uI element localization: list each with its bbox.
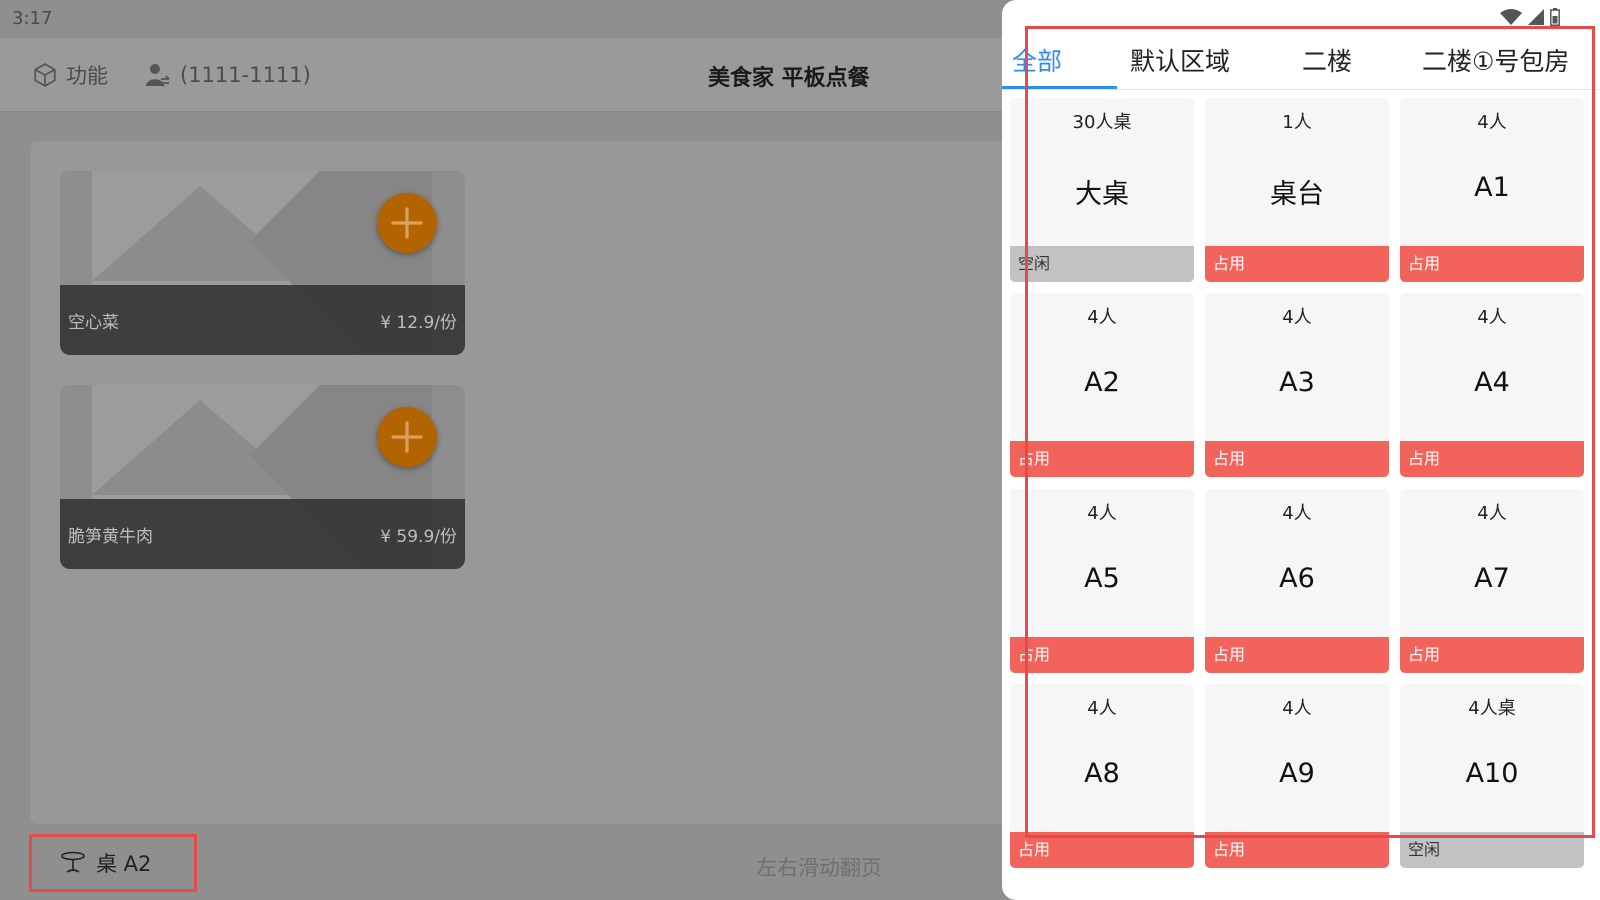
table-name: A1 [1474,172,1510,203]
plus-icon [391,421,423,453]
table-grid: 30人桌 大桌 空闲 1人 桌台 占用 4人 A1 占用 4人 A2 占用 4人 A3 占用 4人 A4 占用 4人… [1010,98,1600,900]
function-label: 功能 [66,64,108,88]
table-name: A2 [1084,367,1120,398]
table-name: A4 [1474,367,1510,398]
table-seats: 4人 [1087,307,1117,328]
table-name: A9 [1279,758,1315,789]
tab-second-floor-room-1[interactable]: 二楼①号包房 [1422,30,1569,90]
dish-price: ¥ 59.9/份 [380,526,457,547]
tab-second-floor[interactable]: 二楼 [1302,30,1352,90]
dish-card[interactable]: 脆笋黄牛肉 ¥ 59.9/份 [60,385,465,569]
table-card-a2[interactable]: 4人 A2 占用 [1010,293,1194,477]
table-card-桌台[interactable]: 1人桌台占用 [1205,98,1389,282]
status-time: 3:17 [12,8,53,29]
table-card-a6[interactable]: 4人 A6 占用 [1205,489,1389,673]
table-status-badge: 占用 [1010,832,1194,868]
user-label: (1111-1111) [180,63,311,87]
dish-name: 脆笋黄牛肉 [68,526,153,547]
table-card-a9[interactable]: 4人 A9 占用 [1205,684,1389,868]
add-dish-button[interactable] [377,407,437,467]
current-table-button[interactable]: 桌 A2 [29,834,197,892]
user-switch-icon [146,64,170,87]
table-status-badge: 空闲 [1010,246,1194,282]
table-seats: 4人 [1087,503,1117,524]
table-card-a8[interactable]: 4人 A8 占用 [1010,684,1194,868]
table-card-大桌[interactable]: 30人桌大桌空闲 [1010,98,1194,282]
table-icon [61,851,85,873]
table-card-a5[interactable]: 4人 A5 占用 [1010,489,1194,673]
table-seats: 4人 [1282,307,1312,328]
table-drawer: 全部 默认区域 二楼 二楼①号包房 30人桌 大桌 空闲 1人 桌台 占用 4人 A1 占用 4人… [1002,0,1600,900]
table-status-badge: 占用 [1205,637,1389,673]
table-seats: 30人桌 [1072,112,1132,133]
table-status-badge: 占用 [1205,441,1389,477]
page-title: 美食家 平板点餐 [708,66,870,91]
table-card-a1[interactable]: 4人 A1 占用 [1400,98,1584,282]
signal-icon [1528,9,1544,25]
table-status-badge: 占用 [1205,832,1389,868]
table-status-badge: 占用 [1400,441,1584,477]
wifi-icon [1500,9,1522,25]
table-status-badge: 占用 [1400,637,1584,673]
table-seats: 1人 [1282,112,1312,133]
table-seats: 4人 [1477,112,1507,133]
table-status-badge: 占用 [1010,441,1194,477]
table-card-a4[interactable]: 4人 A4 占用 [1400,293,1584,477]
tab-divider [1002,89,1600,90]
table-name: A6 [1279,563,1315,594]
table-status-badge: 占用 [1010,637,1194,673]
current-table-label: 桌 A2 [96,852,152,876]
cube-icon [34,63,56,87]
table-name: A8 [1084,758,1120,789]
menu-panel: 空心菜 ¥ 12.9/份 脆笋黄牛肉 ¥ 59.9/份 [30,141,1010,824]
dish-info: 空心菜 ¥ 12.9/份 [60,285,465,355]
table-name: A5 [1084,563,1120,594]
header: 功能 (1111-1111) 美食家 平板点餐 [0,38,1010,112]
table-seats: 4人 [1087,698,1117,719]
table-card-a3[interactable]: 4人 A3 占用 [1205,293,1389,477]
table-seats: 4人桌 [1468,698,1516,719]
user-button[interactable]: (1111-1111) [146,58,311,92]
table-name: A7 [1474,563,1510,594]
battery-icon [1550,8,1560,26]
dish-info: 脆笋黄牛肉 ¥ 59.9/份 [60,499,465,569]
table-name: A3 [1279,367,1315,398]
swipe-hint: 左右滑动翻页 [756,856,882,880]
table-name: 桌台 [1270,179,1324,210]
area-tabs: 全部 默认区域 二楼 二楼①号包房 [1002,30,1600,90]
table-name: 大桌 [1075,179,1129,210]
table-status-badge: 空闲 [1400,832,1584,868]
add-dish-button[interactable] [377,193,437,253]
bottom-bar: 桌 A2 左右滑动翻页 [0,826,1010,900]
tab-default-area[interactable]: 默认区域 [1130,30,1230,90]
table-seats: 4人 [1282,698,1312,719]
system-icons [1500,8,1560,26]
dish-card[interactable]: 空心菜 ¥ 12.9/份 [60,171,465,355]
tab-all[interactable]: 全部 [1012,30,1062,90]
table-status-badge: 占用 [1400,246,1584,282]
table-seats: 4人 [1282,503,1312,524]
table-card-a7[interactable]: 4人 A7 占用 [1400,489,1584,673]
table-name: A10 [1465,758,1519,789]
function-button[interactable]: 功能 [32,58,108,92]
table-seats: 4人 [1477,307,1507,328]
dish-name: 空心菜 [68,312,119,333]
dish-price: ¥ 12.9/份 [380,312,457,333]
table-card-a10[interactable]: 4人桌 A10 空闲 [1400,684,1584,868]
table-status-badge: 占用 [1205,246,1389,282]
table-seats: 4人 [1477,503,1507,524]
plus-icon [391,207,423,239]
